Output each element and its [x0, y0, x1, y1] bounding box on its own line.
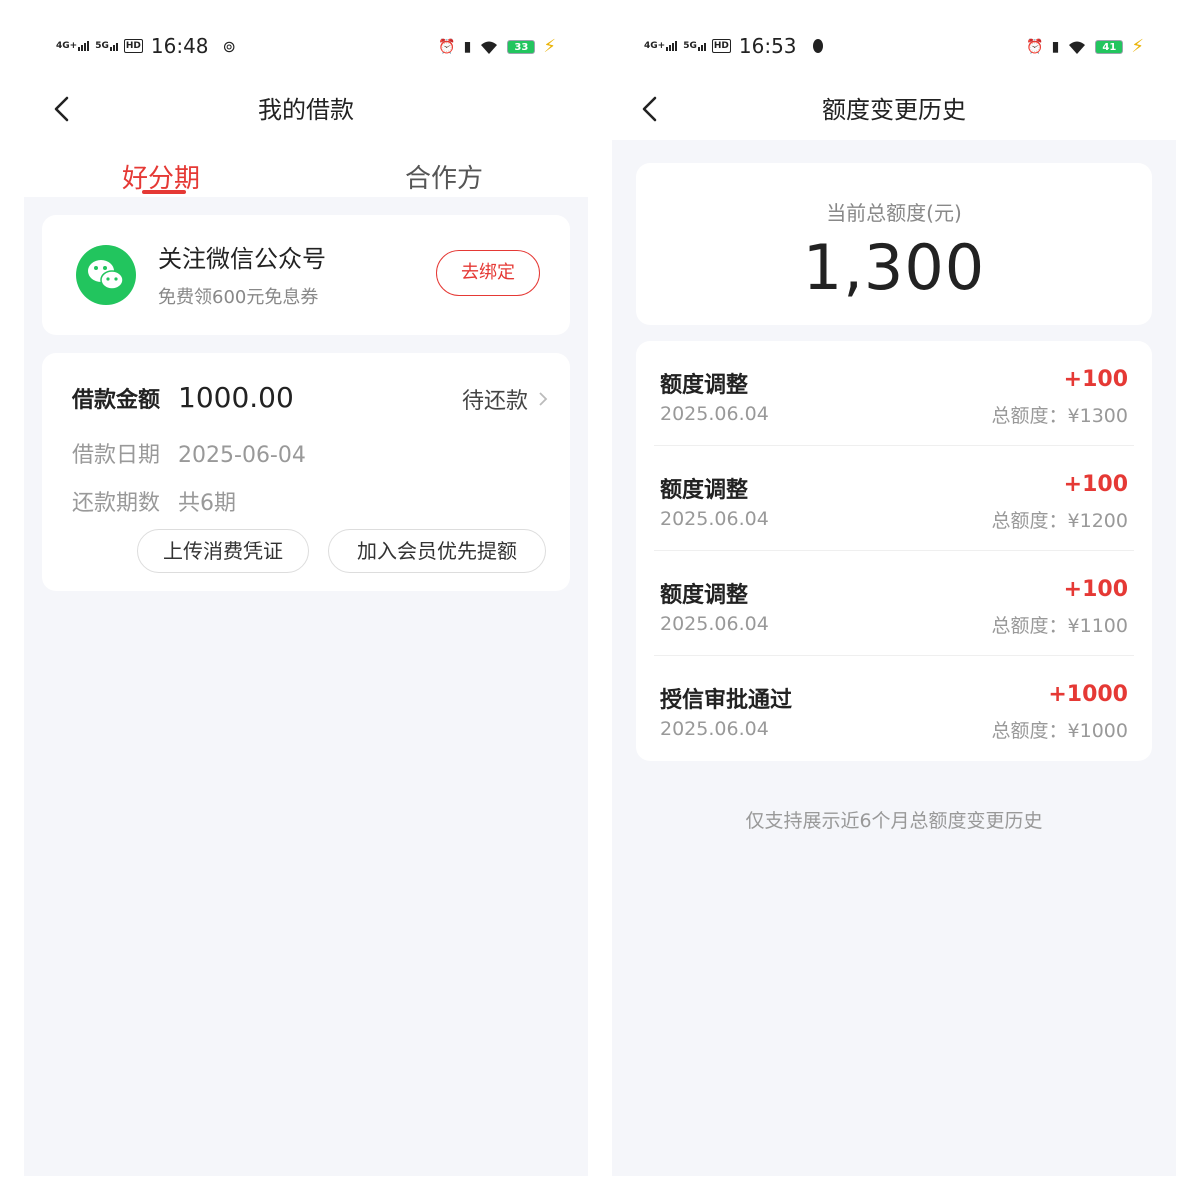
loan-date-label: 借款日期 — [72, 443, 161, 468]
list-item: 额度调整 2025.06.04 +100 总额度：¥1100 — [654, 551, 1134, 656]
signal-4g-icon: 4G+ — [644, 41, 678, 51]
loan-status: 待还款 — [461, 389, 528, 414]
tab-bar: 好分期 合作方 — [24, 140, 588, 197]
loan-screen: 4G+ 5G HD 16:48 ⊚ ⏰ ▮ 33 ⚡ 我的借款 好分期 合作方 — [24, 0, 588, 1176]
loan-card[interactable]: 借款金额 1000.00 待还款 借款日期 2025-06-04 还款期数 共6… — [42, 353, 570, 591]
total-credit-value: 1,300 — [802, 231, 986, 304]
nav-header: 额度变更历史 — [612, 80, 1176, 140]
history-item-total: 总额度：¥1200 — [991, 510, 1128, 532]
status-bar: 4G+ 5G HD 16:48 ⊚ ⏰ ▮ 33 ⚡ — [24, 0, 588, 80]
battery-icon: 41 — [1095, 39, 1124, 54]
nav-header: 我的借款 — [24, 80, 588, 140]
vibrate-icon: ▮ — [463, 38, 472, 55]
loan-status-link[interactable]: 待还款 — [462, 383, 548, 415]
list-item: 授信审批通过 2025.06.04 +1000 总额度：¥1000 — [654, 656, 1134, 761]
signal-4g-icon: 4G+ — [56, 41, 90, 51]
alarm-icon: ⏰ — [438, 38, 456, 55]
credit-history-screen: 4G+ 5G HD 16:53 ⏰ ▮ 41 ⚡ 额度变更历史 当前总额度(元)… — [612, 0, 1176, 1176]
list-item: 额度调整 2025.06.04 +100 总额度：¥1300 — [654, 341, 1134, 446]
vibrate-icon: ▮ — [1051, 38, 1060, 55]
tab-partner[interactable]: 合作方 — [405, 158, 483, 195]
history-item-total: 总额度：¥1100 — [991, 615, 1128, 637]
page-title: 额度变更历史 — [822, 96, 966, 124]
alarm-icon: ⏰ — [1026, 38, 1044, 55]
wechat-icon — [76, 245, 136, 305]
loan-periods-value: 共6期 — [178, 491, 237, 516]
wechat-card-subtitle: 免费领600元免息券 — [158, 287, 319, 308]
history-item-total: 总额度：¥1000 — [991, 720, 1128, 742]
history-footer-note: 仅支持展示近6个月总额度变更历史 — [745, 810, 1043, 832]
qq-penguin-icon — [812, 39, 823, 53]
loan-date-value: 2025-06-04 — [178, 443, 306, 468]
status-time: 16:48 — [150, 34, 209, 58]
loan-date-row: 借款日期 2025-06-04 — [72, 437, 306, 469]
history-item-delta: +100 — [1063, 472, 1128, 497]
loan-amount-row: 借款金额 1000.00 — [72, 381, 294, 414]
history-item-date: 2025.06.04 — [660, 613, 769, 635]
chevron-right-icon — [539, 392, 548, 406]
wechat-follow-card[interactable]: 关注微信公众号 免费领600元免息券 去绑定 — [42, 215, 570, 335]
signal-5g-icon: 5G — [95, 41, 118, 51]
join-member-button[interactable]: 加入会员优先提额 — [328, 529, 546, 573]
charging-icon: ⚡ — [543, 36, 556, 57]
page-title: 我的借款 — [258, 96, 354, 124]
charging-icon: ⚡ — [1131, 36, 1144, 57]
tab-active-indicator — [142, 190, 186, 194]
history-item-title: 额度调整 — [660, 478, 749, 503]
wifi-icon — [481, 41, 498, 54]
credit-history-list: 额度调整 2025.06.04 +100 总额度：¥1300 额度调整 2025… — [636, 341, 1152, 761]
history-item-delta: +100 — [1063, 367, 1128, 392]
wechat-card-title: 关注微信公众号 — [158, 245, 326, 273]
wifi-icon — [1069, 41, 1086, 54]
list-item: 额度调整 2025.06.04 +100 总额度：¥1200 — [654, 446, 1134, 551]
history-item-delta: +100 — [1063, 577, 1128, 602]
loan-amount-value: 1000.00 — [178, 381, 294, 414]
history-item-delta: +1000 — [1048, 682, 1128, 707]
history-item-date: 2025.06.04 — [660, 508, 769, 530]
signal-5g-icon: 5G — [683, 41, 706, 51]
upload-receipt-button[interactable]: 上传消费凭证 — [137, 529, 309, 573]
battery-icon: 33 — [507, 39, 536, 54]
history-item-title: 额度调整 — [660, 583, 749, 608]
bind-button[interactable]: 去绑定 — [436, 250, 540, 296]
total-credit-card: 当前总额度(元) 1,300 — [636, 163, 1152, 325]
loan-periods-row: 还款期数 共6期 — [72, 485, 236, 517]
total-credit-label: 当前总额度(元) — [826, 201, 962, 225]
hd-icon: HD — [123, 39, 143, 53]
history-item-title: 授信审批通过 — [660, 688, 793, 713]
history-item-date: 2025.06.04 — [660, 403, 769, 425]
notification-icon: ⊚ — [222, 36, 236, 56]
loan-periods-label: 还款期数 — [72, 491, 161, 516]
history-item-title: 额度调整 — [660, 373, 749, 398]
hd-icon: HD — [711, 39, 731, 53]
loan-amount-label: 借款金额 — [72, 388, 161, 413]
status-time: 16:53 — [738, 34, 797, 58]
history-item-total: 总额度：¥1300 — [991, 405, 1128, 427]
history-item-date: 2025.06.04 — [660, 718, 769, 740]
status-bar: 4G+ 5G HD 16:53 ⏰ ▮ 41 ⚡ — [612, 0, 1176, 80]
